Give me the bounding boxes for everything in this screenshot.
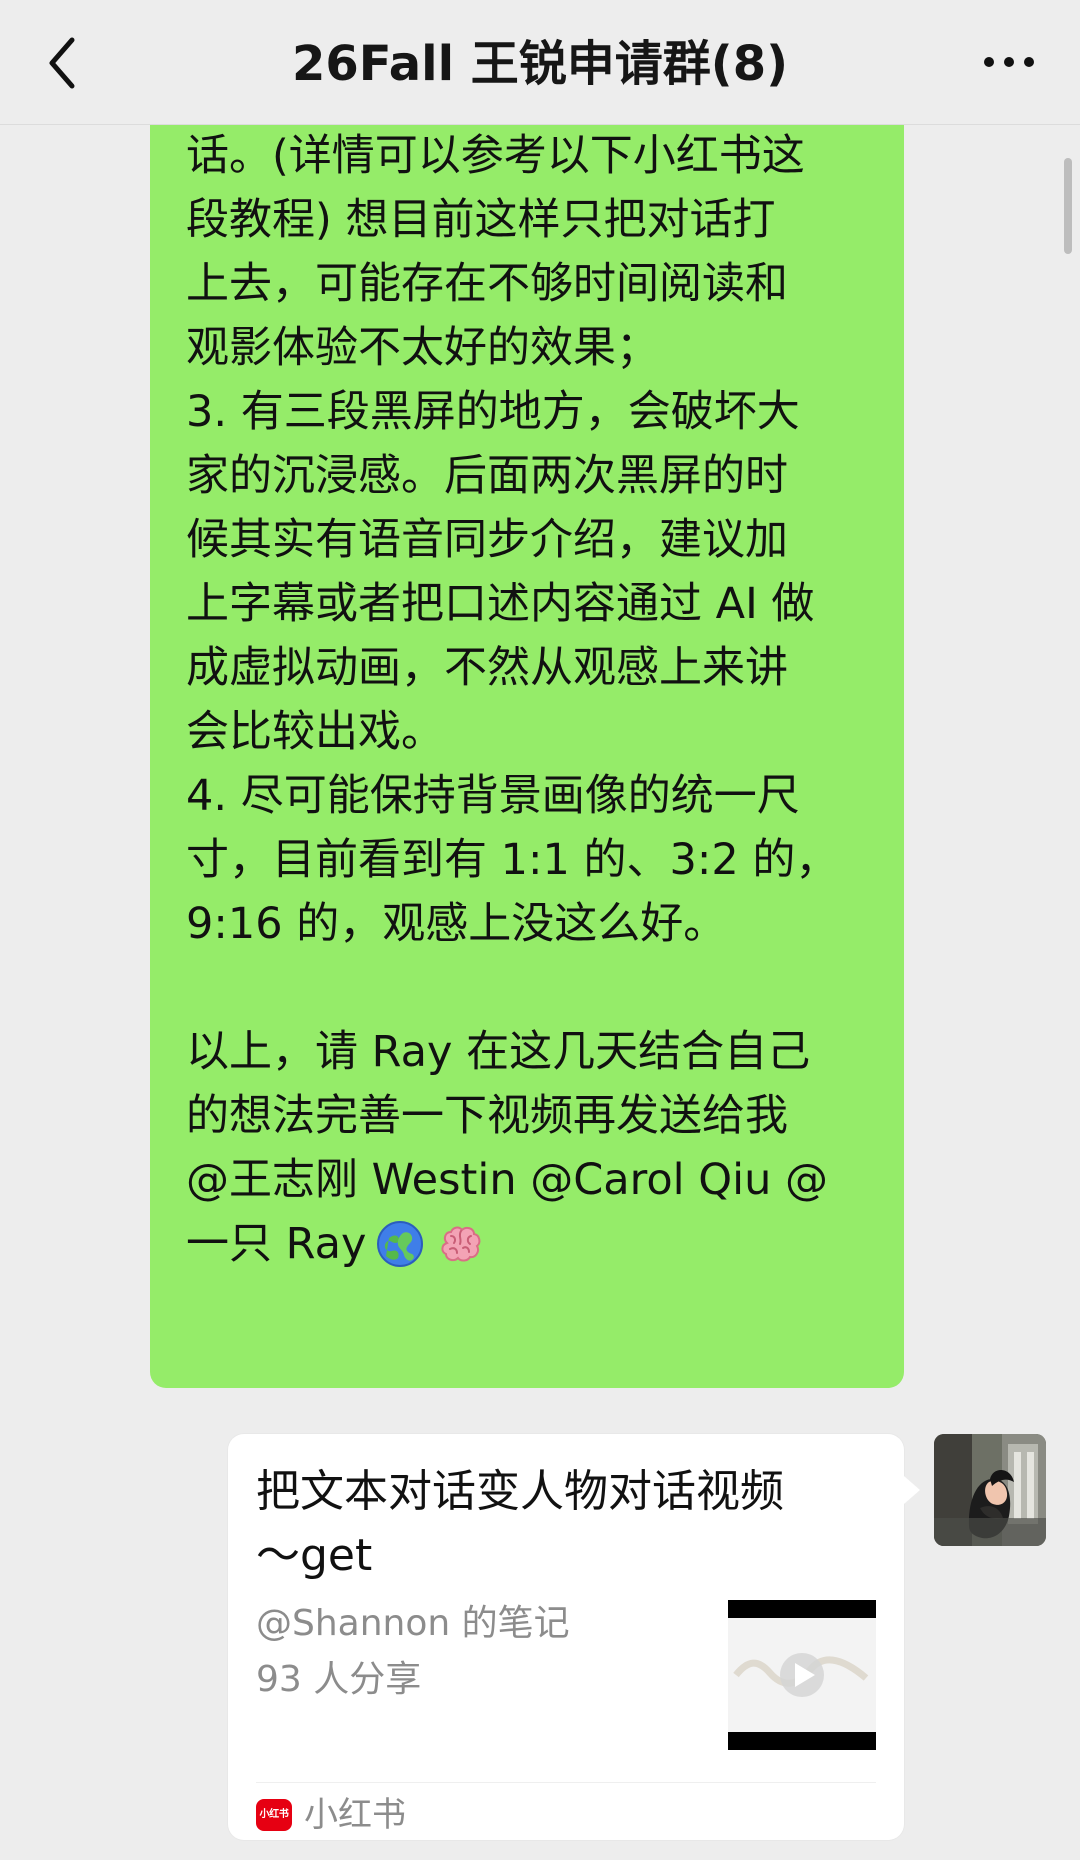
card-title: 把文本对话变人物对话视频 ～get	[256, 1466, 784, 1581]
back-button[interactable]	[34, 28, 88, 98]
message-area: 者 AI 虚拟访谈对象，然后建立对 话。(详情可以参考以下小红书这 段教程) 想…	[0, 0, 1080, 1860]
avatar[interactable]	[934, 1434, 1046, 1546]
card-source-row: 小红书 小红书	[256, 1782, 876, 1838]
shared-note-card[interactable]: 把文本对话变人物对话视频 ～get @Shannon 的笔记 93 人分享 小红…	[228, 1434, 920, 1840]
brain-icon	[434, 1218, 486, 1270]
globe-icon	[374, 1218, 426, 1270]
scroll-indicator[interactable]	[1064, 158, 1072, 254]
message-text: 者 AI 虚拟访谈对象，然后建立对 话。(详情可以参考以下小红书这 段教程) 想…	[186, 80, 839, 1205]
more-icon	[984, 57, 1034, 67]
video-thumbnail[interactable]	[728, 1600, 876, 1750]
chat-title: 26Fall 王锐申请群(8)	[291, 36, 789, 92]
chat-header: 26Fall 王锐申请群(8)	[0, 0, 1080, 125]
more-button[interactable]	[972, 40, 1046, 84]
xiaohongshu-logo: 小红书	[256, 1798, 292, 1831]
mention-text: 一只 Ray	[186, 1219, 367, 1269]
green-message-bubble[interactable]: 者 AI 虚拟访谈对象，然后建立对 话。(详情可以参考以下小红书这 段教程) 想…	[150, 80, 904, 1388]
card-author: @Shannon 的笔记	[256, 1603, 570, 1644]
source-label: 小红书	[304, 1794, 406, 1835]
message-mention-tail: 一只 Ray	[186, 1212, 486, 1276]
card-share-count: 93 人分享	[256, 1659, 422, 1700]
chevron-left-icon	[49, 37, 75, 89]
